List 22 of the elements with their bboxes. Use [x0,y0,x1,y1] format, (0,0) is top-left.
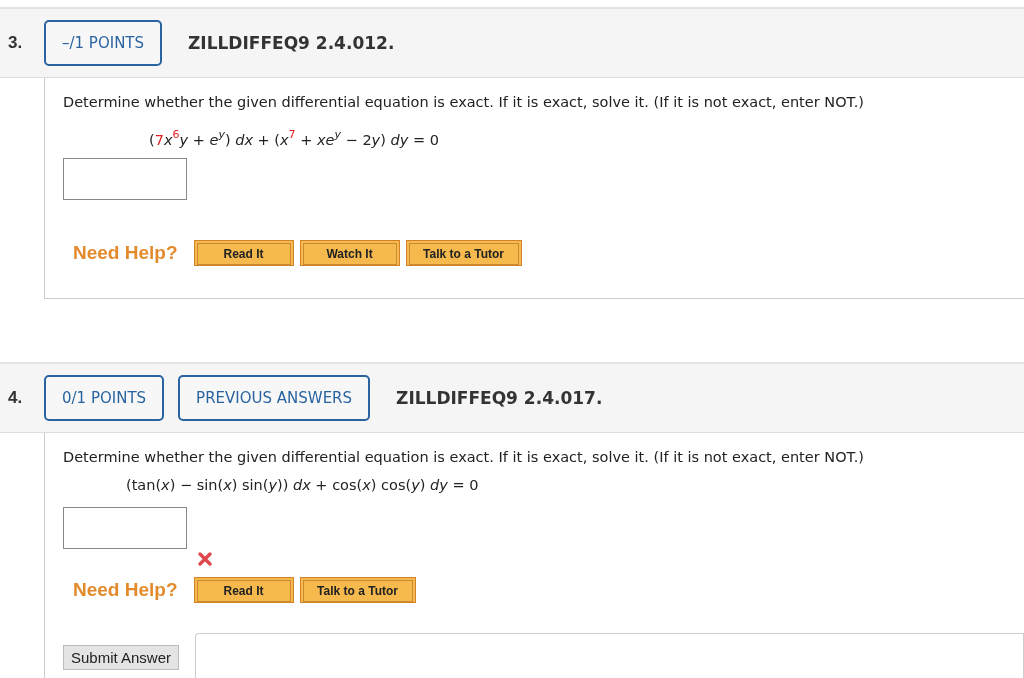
wrong-answer-icon [197,551,213,567]
need-help-label: Need Help? [73,579,178,601]
help-button[interactable]: Talk to a Tutor [405,240,522,266]
equation: (7x$^{6}$y + e$^{y}$) dx + (x$^{7}$ + xe$^{y}$ − 2y) dy = 0 [149,128,440,150]
question-number: 3. [8,33,24,53]
help-button[interactable]: Watch It [299,240,400,266]
answer-field[interactable] [63,507,187,549]
question-code: ZILLDIFFEQ9 2.4.012. [188,33,395,53]
question-number: 4. [8,388,24,408]
points-label: –/1 POINTS [44,20,163,66]
help-button[interactable]: Read It [193,240,294,266]
help-button[interactable]: Read It [193,577,294,603]
question-prompt: Determine whether the given differential equation is exact. If it is exact, solve it. (If it is not exact, enter NOT.) [63,448,865,467]
question-prompt: Determine whether the given differential equation is exact. If it is exact, solve it. (If it is not exact, enter NOT.) [63,93,865,112]
question-code: ZILLDIFFEQ9 2.4.017. [396,388,603,408]
answer-field[interactable] [63,158,187,200]
submit-answer-button[interactable]: Submit Answer [63,645,180,670]
points-label: 0/1 POINTS [44,375,165,421]
need-help-label: Need Help? [73,242,178,264]
help-button[interactable]: Talk to a Tutor [299,577,416,603]
equation: (tan(x) − sin(x) sin(y)) dx + cos(x) cos(y) dy = 0 [126,477,480,495]
points-label: PREVIOUS ANSWERS [178,375,371,421]
